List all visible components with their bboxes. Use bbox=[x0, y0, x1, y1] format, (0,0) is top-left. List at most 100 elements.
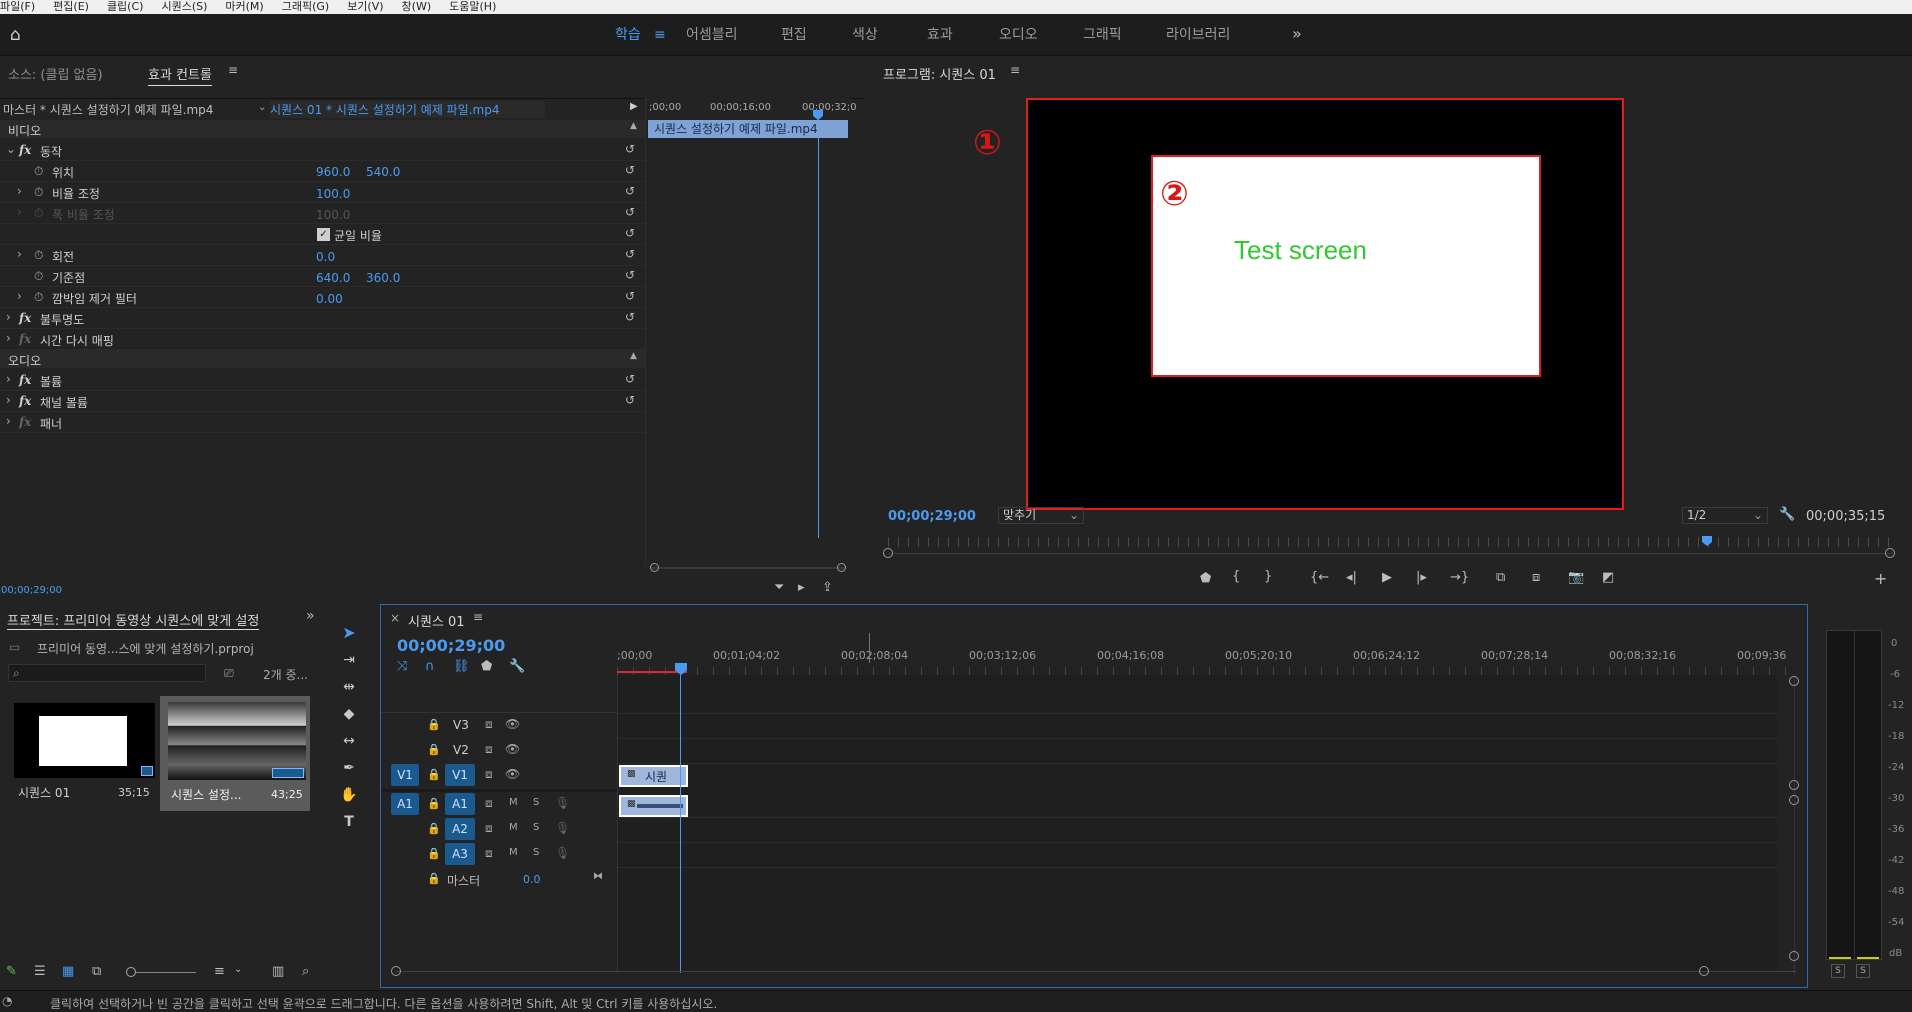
program-video-frame[interactable]: Test screen bbox=[1026, 98, 1624, 510]
solo-left-button[interactable]: S bbox=[1831, 964, 1845, 978]
sync-lock-icon[interactable]: ⧈ bbox=[485, 742, 493, 757]
video-clip[interactable]: ▩ 시퀀 bbox=[619, 765, 688, 787]
stopwatch-icon[interactable]: ⏱ bbox=[34, 290, 43, 305]
vscroll-handle[interactable] bbox=[1789, 795, 1799, 805]
workspace-color[interactable]: 색상 bbox=[852, 14, 878, 56]
lock-icon[interactable]: 🔒 bbox=[427, 718, 441, 731]
eye-icon[interactable]: 👁 bbox=[505, 767, 520, 781]
lock-icon[interactable]: 🔒 bbox=[427, 768, 441, 781]
lift-icon[interactable]: ⧉ bbox=[1496, 570, 1505, 585]
icon-view-icon[interactable]: ▦ bbox=[62, 964, 74, 979]
project-title[interactable]: 프로젝트: 프리미어 동영상 시퀀스에 맞게 설정 bbox=[7, 610, 260, 630]
reset-icon[interactable]: ↺ bbox=[625, 184, 635, 198]
resolution-select[interactable]: 1/2 ⌄ bbox=[1682, 507, 1768, 524]
collapse-icon[interactable]: ▲ bbox=[630, 351, 637, 361]
tab-source[interactable]: 소스: (클립 없음) bbox=[8, 64, 103, 83]
menu-clip[interactable]: 클립(C) bbox=[107, 0, 144, 14]
razor-tool-icon[interactable]: ◆ bbox=[336, 703, 362, 725]
pen-tool-icon[interactable]: ✒ bbox=[336, 757, 362, 779]
menu-graphics[interactable]: 그래픽(G) bbox=[282, 0, 329, 14]
selection-tool-icon[interactable]: ➤ bbox=[336, 622, 362, 644]
hscroll-handle-right[interactable] bbox=[1699, 966, 1709, 976]
track-target-a3[interactable]: A3 bbox=[445, 843, 475, 865]
project-item-clip[interactable]: 시퀀스 설정... 43;25 bbox=[160, 696, 310, 811]
extract-icon[interactable]: ⧈ bbox=[1532, 570, 1540, 585]
collapse-icon[interactable]: ▲ bbox=[630, 121, 637, 131]
reset-icon[interactable]: ↺ bbox=[625, 205, 635, 219]
position-y-value[interactable]: 540.0 bbox=[366, 165, 400, 179]
workspace-audio[interactable]: 오디오 bbox=[999, 14, 1038, 56]
add-marker-icon[interactable]: ⬟ bbox=[481, 659, 492, 674]
freeform-view-icon[interactable]: ⧉ bbox=[92, 964, 101, 979]
menu-window[interactable]: 창(W) bbox=[402, 0, 432, 14]
source-patch-a1[interactable]: A1 bbox=[391, 793, 419, 815]
microphone-icon[interactable]: 🎙 bbox=[555, 846, 570, 860]
filter-icon[interactable]: ⏷ bbox=[774, 580, 784, 595]
reset-icon[interactable]: ↺ bbox=[625, 310, 635, 324]
step-back-icon[interactable]: ◂| bbox=[1346, 570, 1357, 585]
list-view-icon[interactable]: ☰ bbox=[34, 964, 46, 979]
fx-badge-icon[interactable]: fx bbox=[19, 143, 31, 157]
solo-button[interactable]: S bbox=[533, 822, 539, 833]
timeline-menu-icon[interactable]: ≡ bbox=[473, 610, 483, 624]
mute-button[interactable]: M bbox=[509, 822, 518, 833]
sync-lock-icon[interactable]: ⧈ bbox=[485, 717, 493, 732]
sync-lock-icon[interactable]: ⧈ bbox=[485, 767, 493, 782]
reset-icon[interactable]: ↺ bbox=[625, 226, 635, 240]
type-tool-icon[interactable]: T bbox=[336, 811, 362, 833]
uniform-scale-checkbox[interactable]: ✓ bbox=[317, 228, 330, 241]
timeline-track-area[interactable]: ▩ 시퀀 ▩ bbox=[617, 663, 1778, 973]
menu-edit[interactable]: 편집(E) bbox=[53, 0, 89, 14]
lock-icon[interactable]: 🔒 bbox=[427, 797, 441, 810]
mute-button[interactable]: M bbox=[509, 797, 518, 808]
solo-right-button[interactable]: S bbox=[1856, 964, 1870, 978]
close-tab-icon[interactable]: × bbox=[390, 611, 400, 625]
scrubber-start-handle[interactable] bbox=[883, 548, 893, 558]
menu-view[interactable]: 보기(V) bbox=[347, 0, 383, 14]
effect-panner[interactable]: › fx 패너 bbox=[0, 412, 645, 433]
go-to-out-icon[interactable]: →} bbox=[1450, 570, 1469, 585]
audio-clip[interactable]: ▩ bbox=[619, 795, 688, 817]
effect-time-remap[interactable]: › fx 시간 다시 매핑 bbox=[0, 329, 645, 350]
lock-icon[interactable]: 🔒 bbox=[427, 872, 441, 885]
zoom-slider[interactable] bbox=[126, 972, 196, 973]
go-to-in-icon[interactable]: {← bbox=[1310, 570, 1329, 585]
sync-lock-icon[interactable]: ⧈ bbox=[485, 796, 493, 811]
workspace-libraries[interactable]: 라이브러리 bbox=[1166, 14, 1230, 56]
program-timecode[interactable]: 00;00;29;00 bbox=[888, 509, 976, 524]
sort-icon[interactable]: ≡ bbox=[214, 964, 225, 979]
reset-icon[interactable]: ↺ bbox=[625, 372, 635, 386]
rotation-value[interactable]: 0.0 bbox=[316, 250, 335, 264]
menu-sequence[interactable]: 시퀀스(S) bbox=[161, 0, 207, 14]
wrench-icon[interactable]: 🔧 bbox=[1779, 507, 1795, 522]
program-menu-icon[interactable]: ≡ bbox=[1010, 63, 1020, 77]
reset-icon[interactable]: ↺ bbox=[625, 142, 635, 156]
reset-icon[interactable]: ↺ bbox=[625, 247, 635, 261]
sequence-tab[interactable]: 시퀀스 01 bbox=[408, 611, 465, 630]
workspace-graphics[interactable]: 그래픽 bbox=[1083, 14, 1122, 56]
eye-icon[interactable]: 👁 bbox=[505, 742, 520, 756]
source-patch-v1[interactable]: V1 bbox=[391, 764, 419, 786]
program-monitor-title[interactable]: 프로그램: 시퀀스 01 bbox=[883, 64, 996, 83]
reset-icon[interactable]: ↺ bbox=[625, 393, 635, 407]
more-panels-icon[interactable]: » bbox=[306, 608, 315, 624]
effect-timecode[interactable]: 00;00;29;00 bbox=[1, 585, 62, 596]
chevron-right-icon[interactable]: › bbox=[6, 393, 11, 407]
vscroll-handle[interactable] bbox=[1789, 676, 1799, 686]
vscroll-handle[interactable] bbox=[1789, 951, 1799, 961]
mini-scroll-handle-right[interactable] bbox=[837, 563, 846, 572]
flicker-value[interactable]: 0.00 bbox=[316, 292, 343, 306]
add-marker-icon[interactable]: ⬟ bbox=[1200, 571, 1211, 586]
program-ruler[interactable] bbox=[888, 537, 1893, 547]
effect-opacity[interactable]: › fx 불투명도 ↺ bbox=[0, 308, 645, 329]
master-volume-value[interactable]: 0.0 bbox=[523, 873, 541, 886]
play-audio-icon[interactable]: ▶ bbox=[630, 101, 638, 112]
step-forward-icon[interactable]: |▸ bbox=[1416, 570, 1427, 585]
fx-badge-icon[interactable]: fx bbox=[19, 311, 31, 325]
track-target-v1[interactable]: V1 bbox=[445, 764, 475, 786]
nest-toggle-icon[interactable]: ⤨ bbox=[397, 659, 407, 674]
mini-scrollbar[interactable] bbox=[650, 567, 845, 569]
solo-button[interactable]: S bbox=[533, 847, 539, 858]
chevron-right-icon[interactable]: › bbox=[6, 372, 11, 386]
export-frame-icon[interactable]: 📷 bbox=[1568, 570, 1584, 585]
